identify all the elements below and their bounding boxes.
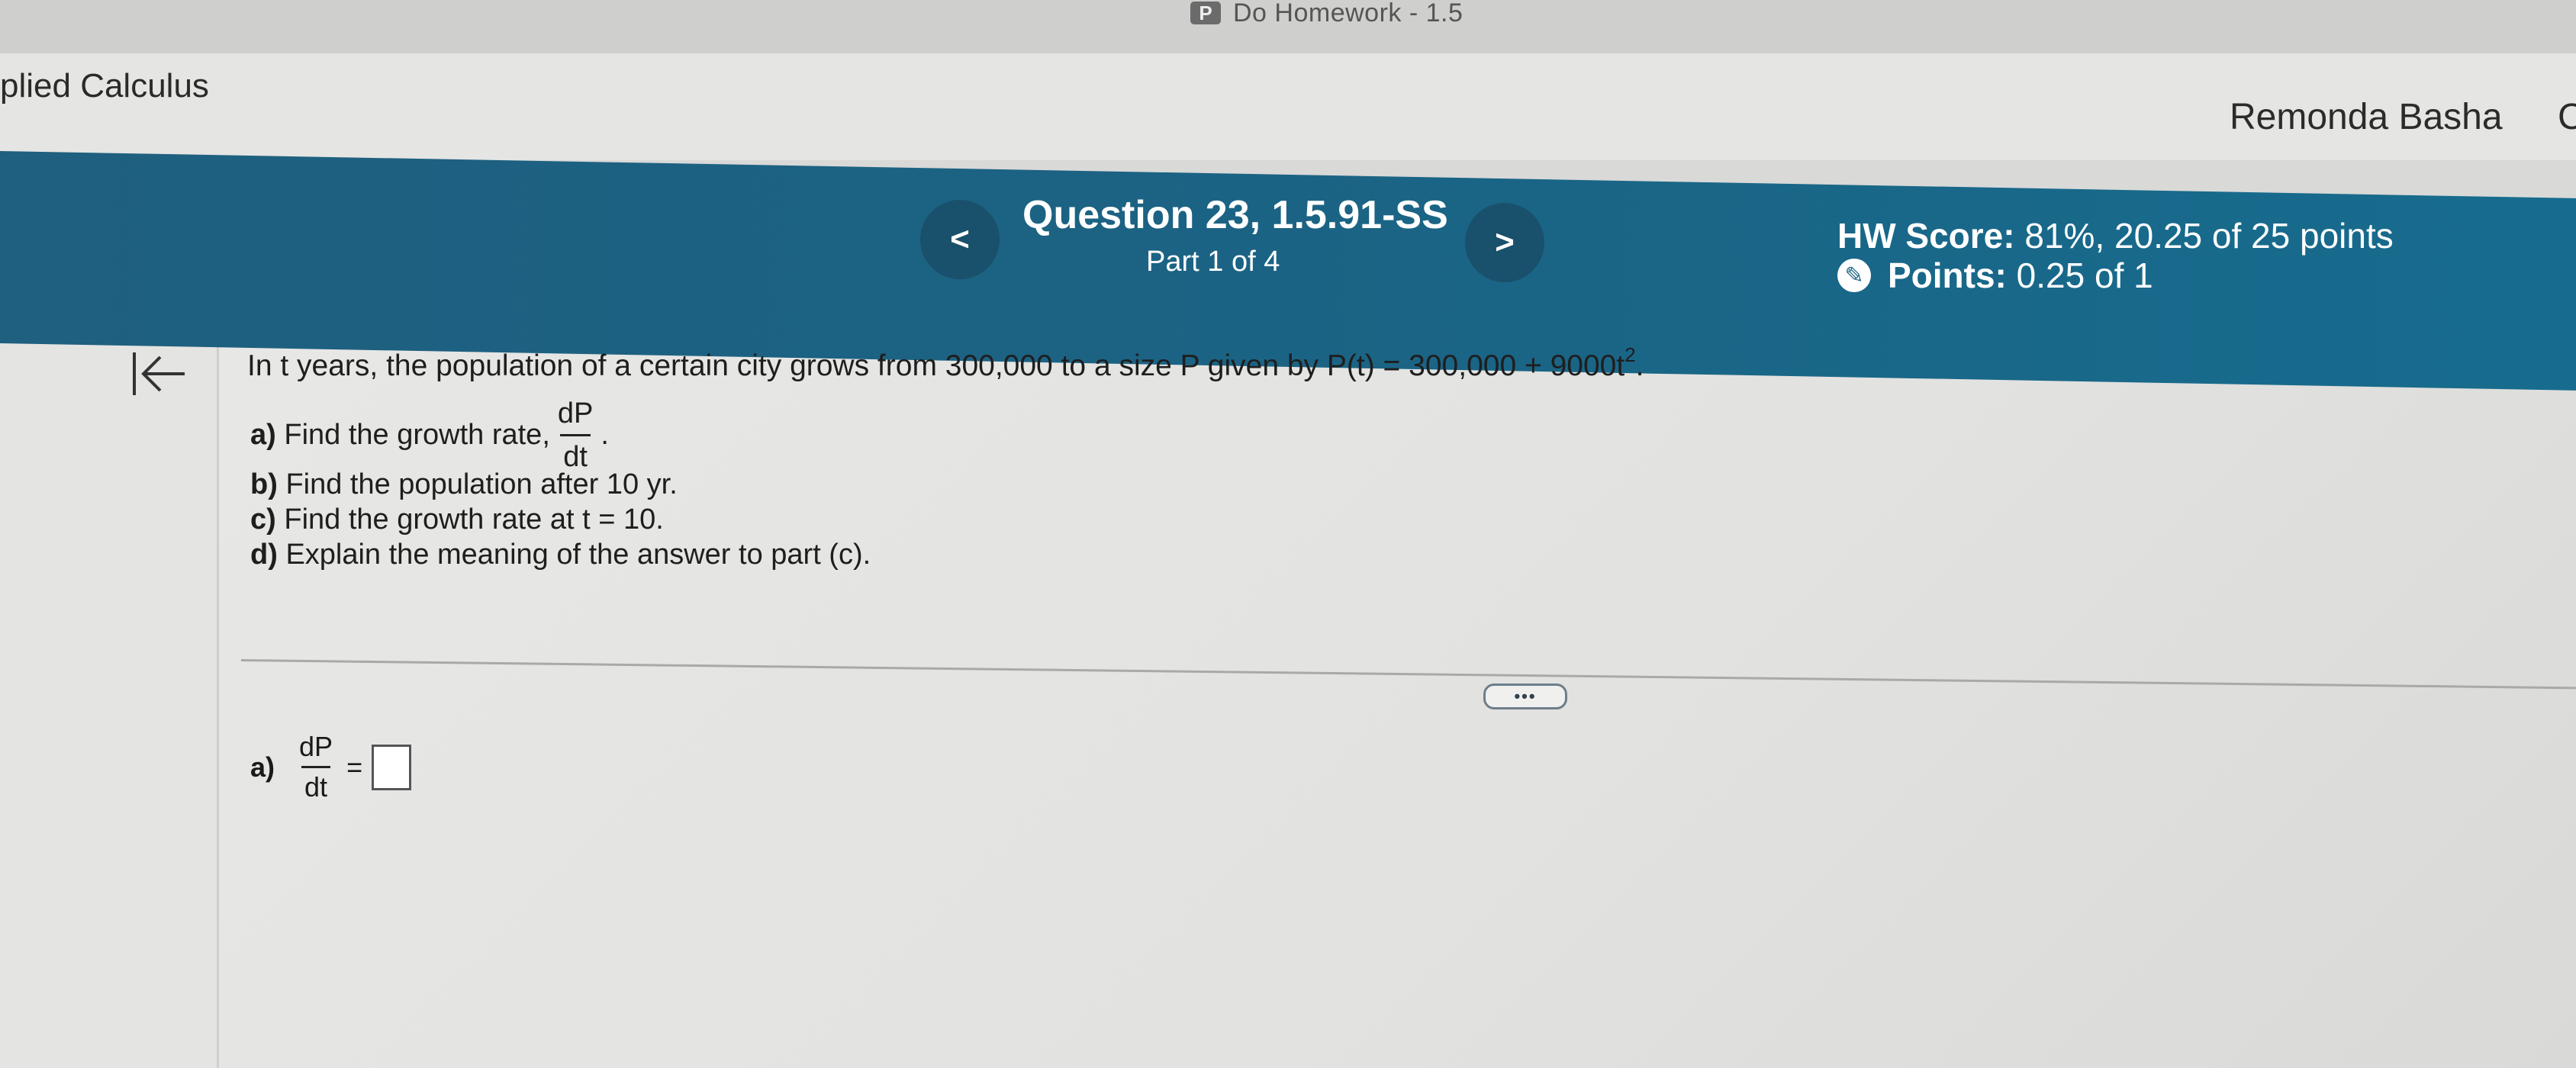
previous-question-button[interactable]: < — [920, 200, 1000, 279]
part-a: a) Find the growth rate, dP dt . — [250, 397, 871, 473]
question-header-content: < Question 23, 1.5.91-SS Part 1 of 4 > H… — [0, 0, 2576, 351]
collapse-panel-icon[interactable] — [130, 349, 188, 398]
chevron-right-icon: > — [1495, 224, 1515, 261]
answer-fraction-denominator: dt — [301, 766, 331, 803]
part-d-label: d) — [250, 539, 278, 571]
points-value: 0.25 of 1 — [2016, 256, 2153, 295]
problem-intro-end: . — [1635, 349, 1644, 382]
problem-intro: In t years, the population of a certain … — [247, 343, 1644, 383]
fraction-numerator: dP — [557, 397, 594, 429]
problem-parts: a) Find the growth rate, dP dt . b) Find… — [250, 397, 871, 572]
more-options-button[interactable]: ••• — [1483, 684, 1567, 709]
dp-dt-fraction: dP dt — [555, 396, 596, 474]
problem-intro-text: In t years, the population of a certain … — [247, 349, 1625, 382]
problem-exponent: 2 — [1624, 343, 1636, 366]
points-label: Points: — [1888, 256, 2007, 295]
part-b: b) Find the population after 10 yr. — [250, 467, 871, 502]
points-row: ✎ Points: 0.25 of 1 — [1837, 255, 2153, 296]
part-d-text: Explain the meaning of the answer to par… — [285, 539, 871, 571]
next-question-button[interactable]: > — [1465, 203, 1544, 282]
part-b-label: b) — [250, 468, 278, 500]
part-a-end: . — [601, 419, 609, 451]
answer-input-box[interactable] — [372, 744, 412, 790]
answer-label: a) — [250, 751, 275, 783]
part-c: c) Find the growth rate at t = 10. — [250, 502, 871, 537]
partial-credit-icon: ✎ — [1837, 259, 1871, 292]
part-b-text: Find the population after 10 yr. — [285, 468, 678, 500]
hw-score-label: HW Score: — [1837, 216, 2015, 256]
part-a-text: Find the growth rate, — [284, 419, 550, 451]
part-c-label: c) — [250, 503, 276, 536]
part-a-label: a) — [250, 419, 276, 451]
answer-row: a) dP dt = — [250, 731, 412, 803]
points: Points: 0.25 of 1 — [1888, 255, 2153, 296]
hw-score-value: 81%, 20.25 of 25 points — [2024, 216, 2394, 256]
hw-score: HW Score: 81%, 20.25 of 25 points — [1837, 215, 2394, 256]
answer-fraction-numerator: dP — [299, 731, 333, 762]
chevron-left-icon: < — [950, 220, 970, 258]
question-title: Question 23, 1.5.91-SS — [1022, 193, 1448, 237]
equals-sign: = — [346, 751, 363, 783]
left-rail — [0, 305, 219, 1068]
part-c-text: Find the growth rate at t = 10. — [284, 503, 664, 536]
answer-fraction: dP dt — [296, 731, 336, 803]
part-d: d) Explain the meaning of the answer to … — [250, 537, 871, 572]
question-part: Part 1 of 4 — [1146, 246, 1280, 278]
